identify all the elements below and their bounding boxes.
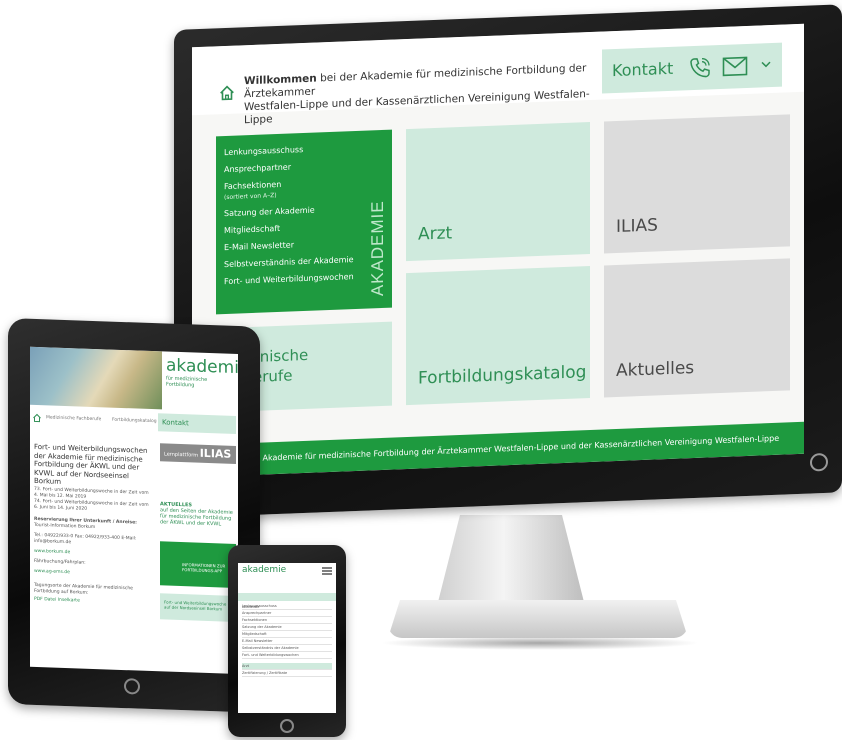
contact-box[interactable]: Kontakt	[602, 42, 782, 94]
desktop-screen: Willkommen bei der Akademie für medizini…	[192, 23, 804, 478]
home-icon[interactable]	[218, 84, 236, 103]
tablet-aktuelles-text: auf den Seiten der Akademie für medizini…	[160, 507, 233, 528]
akademie-menu-list: Lenkungsausschuss Ansprechpartner Fachse…	[224, 139, 364, 290]
tablet-logo-main: akademie	[166, 355, 238, 379]
phone-section-bar: Akademie	[238, 593, 336, 609]
tablet-link-borkum[interactable]: www.borkum.de	[34, 549, 154, 559]
borkum-photo	[30, 346, 162, 410]
monitor-stand-neck	[436, 515, 586, 610]
phone-menu-item[interactable]: E-Mail Newsletter	[242, 638, 332, 645]
site-header: Willkommen bei der Akademie für medizini…	[192, 23, 804, 126]
tile-ilias-label: ILIAS	[616, 215, 658, 238]
tile-arzt-label: Arzt	[418, 223, 453, 245]
tablet-body-line: Tel.: 04922/933-0 Fax: 04922/933-400 E-M…	[34, 532, 137, 546]
akademie-vertical-title: AKADEMIE	[368, 200, 387, 297]
tablet-screen: akademie für medizinische Fortbildung Me…	[30, 346, 238, 675]
phone-screen: akademie Akademie Lenkungsausschuss Ansp…	[238, 563, 336, 713]
phone-menu-item[interactable]: Mitgliedschaft	[242, 631, 332, 638]
tablet-ilias-label: Lernplattform	[164, 451, 199, 459]
akademie-menu: Lenkungsausschuss Ansprechpartner Fachse…	[216, 129, 392, 315]
tile-fortbildungskatalog[interactable]: Fortbildungskatalog	[406, 266, 590, 406]
tablet-contact-box[interactable]: Kontakt	[158, 413, 236, 434]
tablet-weeks-box[interactable]: Fort- und Weiterbildungswoche auf der No…	[160, 593, 236, 622]
tablet-body: 73. Fort- und Weiterbildungswoche in der…	[34, 487, 154, 607]
tablet-nav-fachberufe[interactable]: Medizinische Fachberufe	[46, 415, 101, 422]
tablet-contact-label: Kontakt	[162, 418, 189, 428]
tile-ilias[interactable]: ILIAS	[604, 114, 790, 254]
tablet-ilias-brand: ILIAS	[199, 446, 232, 461]
phone-logo[interactable]: akademie	[242, 565, 286, 575]
desktop-monitor: Willkommen bei der Akademie für medizini…	[174, 4, 842, 519]
phone-menu-item[interactable]: Fachsektionen	[242, 617, 332, 624]
phone-menu-item[interactable]: Ansprechpartner	[242, 610, 332, 617]
phone-menu-item-arzt[interactable]: Arzt	[242, 663, 332, 670]
welcome-text: Willkommen bei der Akademie für medizini…	[244, 61, 604, 127]
chevron-down-icon[interactable]	[760, 59, 772, 69]
phone-menu-item[interactable]: Fort- und Weiterbildungswochen	[242, 652, 332, 659]
phone-menu-item[interactable]: Satzung der Akademie	[242, 624, 332, 631]
hamburger-menu-icon[interactable]	[322, 567, 332, 575]
phone-icon[interactable]	[688, 55, 712, 80]
tablet-logo[interactable]: akademie für medizinische Fortbildung	[166, 355, 238, 410]
phone-menu-item-zertifizierung[interactable]: Zertifizierung / Zertifikate	[242, 670, 332, 677]
phone-menu-item[interactable]: Selbstverständnis der Akademie	[242, 645, 332, 652]
tablet-link-ag-ems[interactable]: www.ag-ems.de	[34, 569, 154, 579]
mail-icon[interactable]	[722, 56, 748, 77]
phone-menu-list: Lenkungsausschuss Ansprechpartner Fachse…	[242, 603, 332, 677]
power-button-icon	[810, 452, 828, 472]
akademie-vertical-text: AKADEMIE	[368, 200, 387, 297]
tablet-page-title: Fort- und Weiterbildungswochen der Akade…	[34, 442, 148, 486]
tile-arzt[interactable]: Arzt	[406, 122, 590, 262]
site-footer: © Akademie für medizinische Fortbildung …	[192, 421, 804, 478]
tile-aktuelles[interactable]: Aktuelles	[604, 258, 790, 398]
home-icon[interactable]	[32, 413, 42, 423]
tablet-aktuelles[interactable]: AKTUELLES auf den Seiten der Akademie fü…	[160, 501, 236, 528]
tile-aktuelles-label: Aktuelles	[616, 358, 695, 382]
phone-menu-item[interactable]: Lenkungsausschuss	[242, 603, 332, 610]
tablet-device: akademie für medizinische Fortbildung Me…	[8, 318, 260, 713]
tablet-home-button-icon	[124, 678, 140, 695]
tablet-logo-sub: für medizinische Fortbildung	[166, 375, 208, 389]
tablet-app-box[interactable]: INFORMATIONEN ZUR FORTBILDUNGS-APP	[160, 541, 236, 588]
tablet-nav-katalog[interactable]: Fortbildungskatalog	[112, 418, 157, 425]
tablet-body-line: Fährbuchung/Fahrplan:	[34, 558, 86, 566]
monitor-stand-base	[388, 600, 688, 638]
stand-shadow	[380, 636, 700, 650]
phone-device: akademie Akademie Lenkungsausschuss Ansp…	[228, 545, 346, 737]
contact-label[interactable]: Kontakt	[612, 59, 673, 80]
tile-katalog-label: Fortbildungskatalog	[418, 362, 587, 389]
menu-item-fachsektionen-sub: (sortiert von A–Z)	[224, 192, 277, 202]
phone-home-button-icon	[280, 719, 294, 733]
menu-item-fachsektionen-label: Fachsektionen	[224, 179, 282, 192]
tablet-ilias-banner[interactable]: Lernplattform ILIAS	[160, 443, 236, 464]
